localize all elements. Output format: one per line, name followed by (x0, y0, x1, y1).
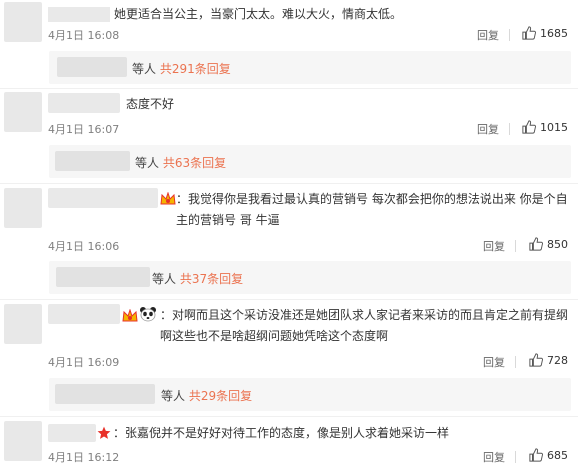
comment-text: 态度不好 (126, 97, 175, 111)
like-button[interactable]: 1685 (522, 26, 568, 40)
comment-text: ：我觉得你是我看过最认真的营销号 每次都会把你的想法说出来 你是个自主的营销号 … (176, 192, 568, 227)
sub-replies-prefix: 等人 (161, 389, 186, 403)
separator (0, 88, 578, 89)
sub-reply-users-blurred (55, 384, 155, 404)
like-button[interactable]: 685 (529, 448, 568, 462)
divider (515, 356, 516, 368)
reply-button[interactable]: 回复 (483, 238, 505, 254)
vip-crown-icon (122, 308, 138, 327)
reply-button[interactable]: 回复 (477, 121, 499, 137)
avatar[interactable] (4, 304, 42, 344)
vip-crown-icon (160, 191, 176, 210)
username-blurred[interactable] (48, 7, 110, 22)
sub-reply-users-blurred (56, 267, 150, 287)
thumbs-up-icon (522, 26, 536, 40)
like-count: 1685 (540, 26, 568, 40)
sub-replies-label: 等人 共37条回复 (152, 270, 243, 287)
username-blurred[interactable] (48, 188, 158, 208)
username-blurred[interactable] (48, 93, 120, 113)
comment-time: 4月1日 16:06 (48, 240, 120, 253)
sub-replies-label: 等人 共29条回复 (161, 387, 252, 404)
thumbs-up-icon (522, 120, 536, 134)
separator (0, 299, 578, 300)
avatar[interactable] (4, 92, 42, 132)
divider (509, 123, 510, 135)
sub-replies-label: 等人 共291条回复 (132, 60, 231, 77)
panda-icon (139, 306, 157, 326)
comment-text-row: ：我觉得你是我看过最认真的营销号 每次都会把你的想法说出来 你是个自主的营销号 … (176, 189, 572, 231)
username-blurred[interactable] (48, 424, 96, 442)
divider (515, 240, 516, 252)
thumbs-up-icon (529, 448, 543, 462)
username-blurred[interactable] (48, 304, 120, 324)
sub-replies-prefix: 等人 (152, 272, 177, 286)
sub-replies-prefix: 等人 (135, 156, 160, 170)
like-button[interactable]: 1015 (522, 120, 568, 134)
separator (0, 183, 578, 184)
comment-text-row: ：张嘉倪并不是好好对待工作的态度，像是别人求着她采访一样 (113, 423, 573, 444)
like-count: 1015 (540, 120, 568, 134)
like-button[interactable]: 850 (529, 237, 568, 251)
sub-replies-link[interactable]: 共291条回复 (160, 62, 231, 76)
divider (509, 29, 510, 41)
comment-text: ：对啊而且这个采访没准还是她团队求人家记者来采访的而且肯定之前有提纲啊这些也不是… (160, 308, 569, 343)
red-star-icon (97, 425, 111, 444)
thumbs-up-icon (529, 353, 543, 367)
sub-replies-box: 等人 共29条回复 (49, 378, 571, 411)
comment-time: 4月1日 16:07 (48, 123, 120, 136)
divider (515, 451, 516, 463)
comment-time: 4月1日 16:08 (48, 29, 120, 42)
comment-text-row: 态度不好 (126, 94, 526, 115)
sub-replies-link[interactable]: 共29条回复 (189, 389, 252, 403)
sub-reply-users-blurred (55, 151, 130, 171)
avatar[interactable] (4, 2, 42, 42)
sub-replies-box: 等人 共63条回复 (49, 145, 571, 178)
like-count: 850 (547, 237, 568, 251)
comment-text-row: 她更适合当公主，当豪门太太。难以大火，情商太低。 (48, 4, 574, 25)
sub-replies-label: 等人 共63条回复 (135, 154, 226, 171)
avatar[interactable] (4, 421, 42, 461)
sub-replies-box: 等人 共37条回复 (49, 261, 571, 294)
reply-button[interactable]: 回复 (483, 449, 505, 465)
separator (0, 416, 578, 417)
sub-replies-link[interactable]: 共63条回复 (163, 156, 226, 170)
avatar[interactable] (4, 188, 42, 228)
sub-replies-link[interactable]: 共37条回复 (180, 272, 243, 286)
comment-time: 4月1日 16:09 (48, 356, 120, 369)
comment-text: 她更适合当公主，当豪门太太。难以大火，情商太低。 (114, 7, 403, 21)
comment-time: 4月1日 16:12 (48, 451, 120, 464)
like-count: 685 (547, 448, 568, 462)
reply-button[interactable]: 回复 (477, 27, 499, 43)
sub-reply-users-blurred (57, 57, 127, 77)
sub-replies-box: 等人 共291条回复 (49, 51, 571, 84)
like-button[interactable]: 728 (529, 353, 568, 367)
comment-text: ：张嘉倪并不是好好对待工作的态度，像是别人求着她采访一样 (113, 426, 450, 440)
like-count: 728 (547, 353, 568, 367)
reply-button[interactable]: 回复 (483, 354, 505, 370)
comment-text-row: ：对啊而且这个采访没准还是她团队求人家记者来采访的而且肯定之前有提纲啊这些也不是… (160, 305, 574, 347)
thumbs-up-icon (529, 237, 543, 251)
sub-replies-prefix: 等人 (132, 62, 157, 76)
